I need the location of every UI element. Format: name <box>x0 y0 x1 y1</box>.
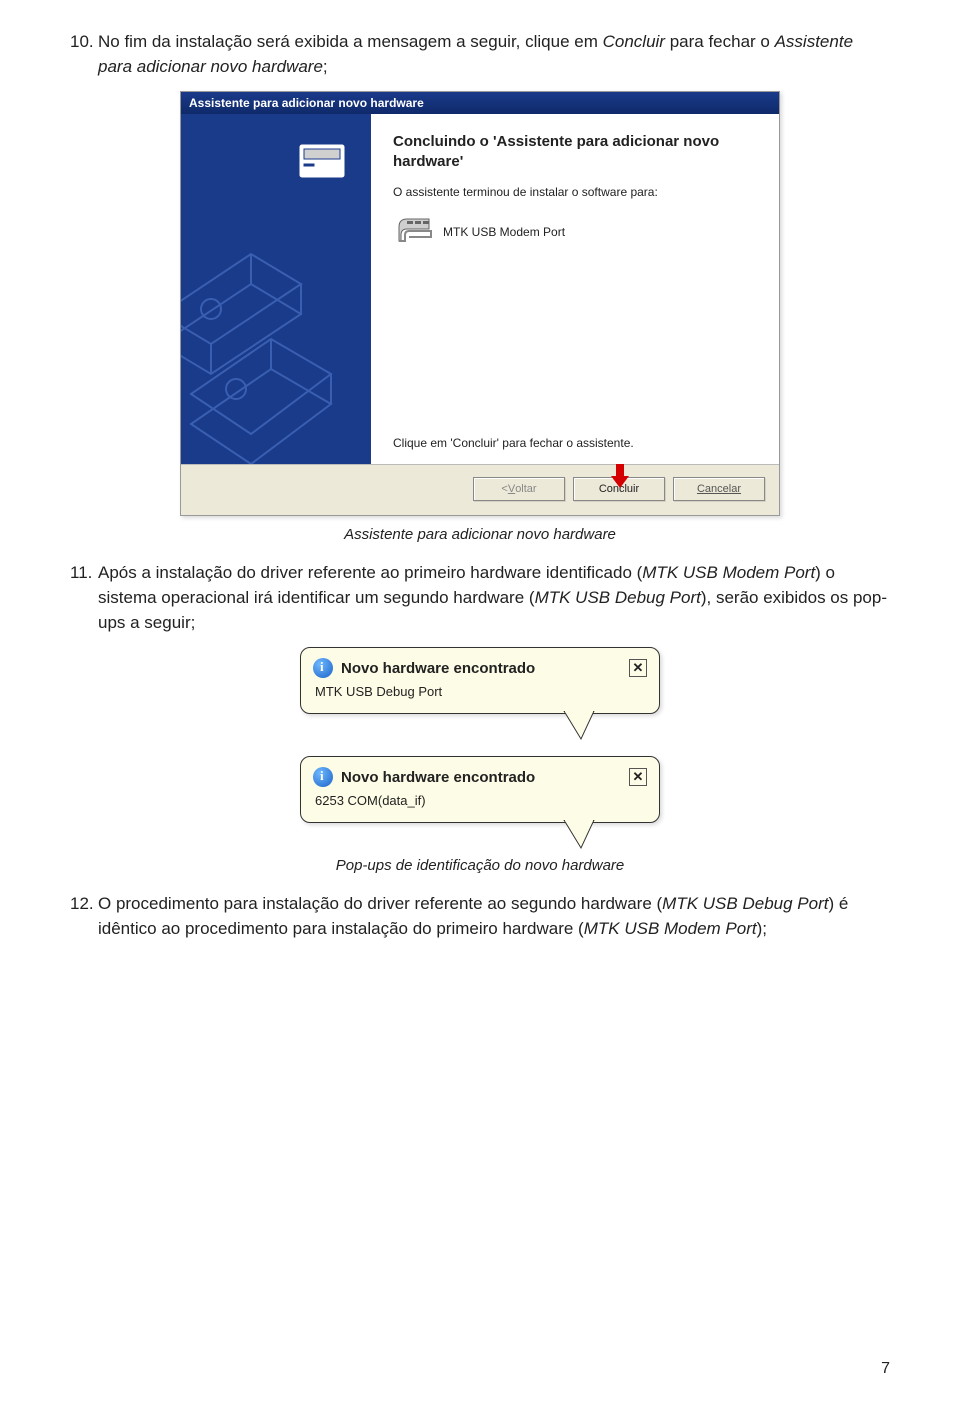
step-number: 12. <box>70 892 98 941</box>
device-name: MTK USB Modem Port <box>443 225 565 239</box>
figure-caption-2: Pop-ups de identificação do novo hardwar… <box>70 857 890 874</box>
balloon-subtitle: MTK USB Debug Port <box>315 684 647 699</box>
balloon-title: Novo hardware encontrado <box>341 769 621 786</box>
wizard-screenshot: Assistente para adicionar novo hardware <box>70 91 890 516</box>
back-mnemonic: V <box>508 483 515 495</box>
balloon-header: Novo hardware encontrado ✕ <box>313 658 647 678</box>
close-icon[interactable]: ✕ <box>629 768 647 786</box>
text-part: ; <box>323 57 328 76</box>
balloon-title: Novo hardware encontrado <box>341 660 621 677</box>
hardware-name: MTK USB Debug Port <box>662 894 828 913</box>
modem-icon <box>397 215 433 248</box>
hardware-name: MTK USB Modem Port <box>584 919 757 938</box>
close-icon[interactable]: ✕ <box>629 659 647 677</box>
wizard-sidebar-graphic <box>181 114 371 464</box>
step-text: Após a instalação do driver referente ao… <box>98 561 890 635</box>
wizard-titlebar: Assistente para adicionar novo hardware <box>181 92 779 114</box>
step-text: O procedimento para instalação do driver… <box>98 892 890 941</box>
balloon-subtitle: 6253 COM(data_if) <box>315 793 647 808</box>
finish-button[interactable]: Concluir <box>573 477 665 501</box>
text-part: Após a instalação do driver referente ao… <box>98 563 642 582</box>
cancel-button[interactable]: Cancelar <box>673 477 765 501</box>
wizard-heading: Concluindo o 'Assistente para adicionar … <box>393 132 757 171</box>
text-part: ); <box>757 919 767 938</box>
info-icon <box>313 658 333 678</box>
action-name: Concluir <box>603 32 665 51</box>
hardware-name: MTK USB Modem Port <box>642 563 815 582</box>
text-part: No fim da instalação será exibida a mens… <box>98 32 603 51</box>
balloon-header: Novo hardware encontrado ✕ <box>313 767 647 787</box>
page-number: 7 <box>881 1360 890 1378</box>
wizard-footer-text: Clique em 'Concluir' para fechar o assis… <box>393 436 634 450</box>
cancel-label: Cancelar <box>697 483 741 495</box>
step-11: 11. Após a instalação do driver referent… <box>70 561 890 635</box>
balloon-popup-2: Novo hardware encontrado ✕ 6253 COM(data… <box>300 756 660 823</box>
wizard-button-row: < Voltar Concluir Cancelar <box>181 464 779 515</box>
wizard-device-row: MTK USB Modem Port <box>397 215 757 248</box>
step-12: 12. O procedimento para instalação do dr… <box>70 892 890 941</box>
wizard-subtext: O assistente terminou de instalar o soft… <box>393 185 757 199</box>
step-10: 10. No fim da instalação será exibida a … <box>70 30 890 79</box>
step-number: 10. <box>70 30 98 79</box>
popup-screenshots: Novo hardware encontrado ✕ MTK USB Debug… <box>70 647 890 847</box>
balloon-tail <box>559 711 599 741</box>
text-part: O procedimento para instalação do driver… <box>98 894 662 913</box>
step-number: 11. <box>70 561 98 635</box>
hardware-name: MTK USB Debug Port <box>535 588 701 607</box>
wizard-body: Concluindo o 'Assistente para adicionar … <box>181 114 779 464</box>
balloon-popup-1: Novo hardware encontrado ✕ MTK USB Debug… <box>300 647 660 714</box>
back-rest: oltar <box>515 483 536 495</box>
step-text: No fim da instalação será exibida a mens… <box>98 30 890 79</box>
balloon-tail <box>559 820 599 850</box>
figure-caption-1: Assistente para adicionar novo hardware <box>70 526 890 543</box>
info-icon <box>313 767 333 787</box>
text-part: para fechar o <box>665 32 775 51</box>
red-arrow-indicator <box>611 464 629 488</box>
hardware-wizard-dialog: Assistente para adicionar novo hardware <box>180 91 780 516</box>
back-button[interactable]: < Voltar <box>473 477 565 501</box>
wizard-content: Concluindo o 'Assistente para adicionar … <box>371 114 779 464</box>
